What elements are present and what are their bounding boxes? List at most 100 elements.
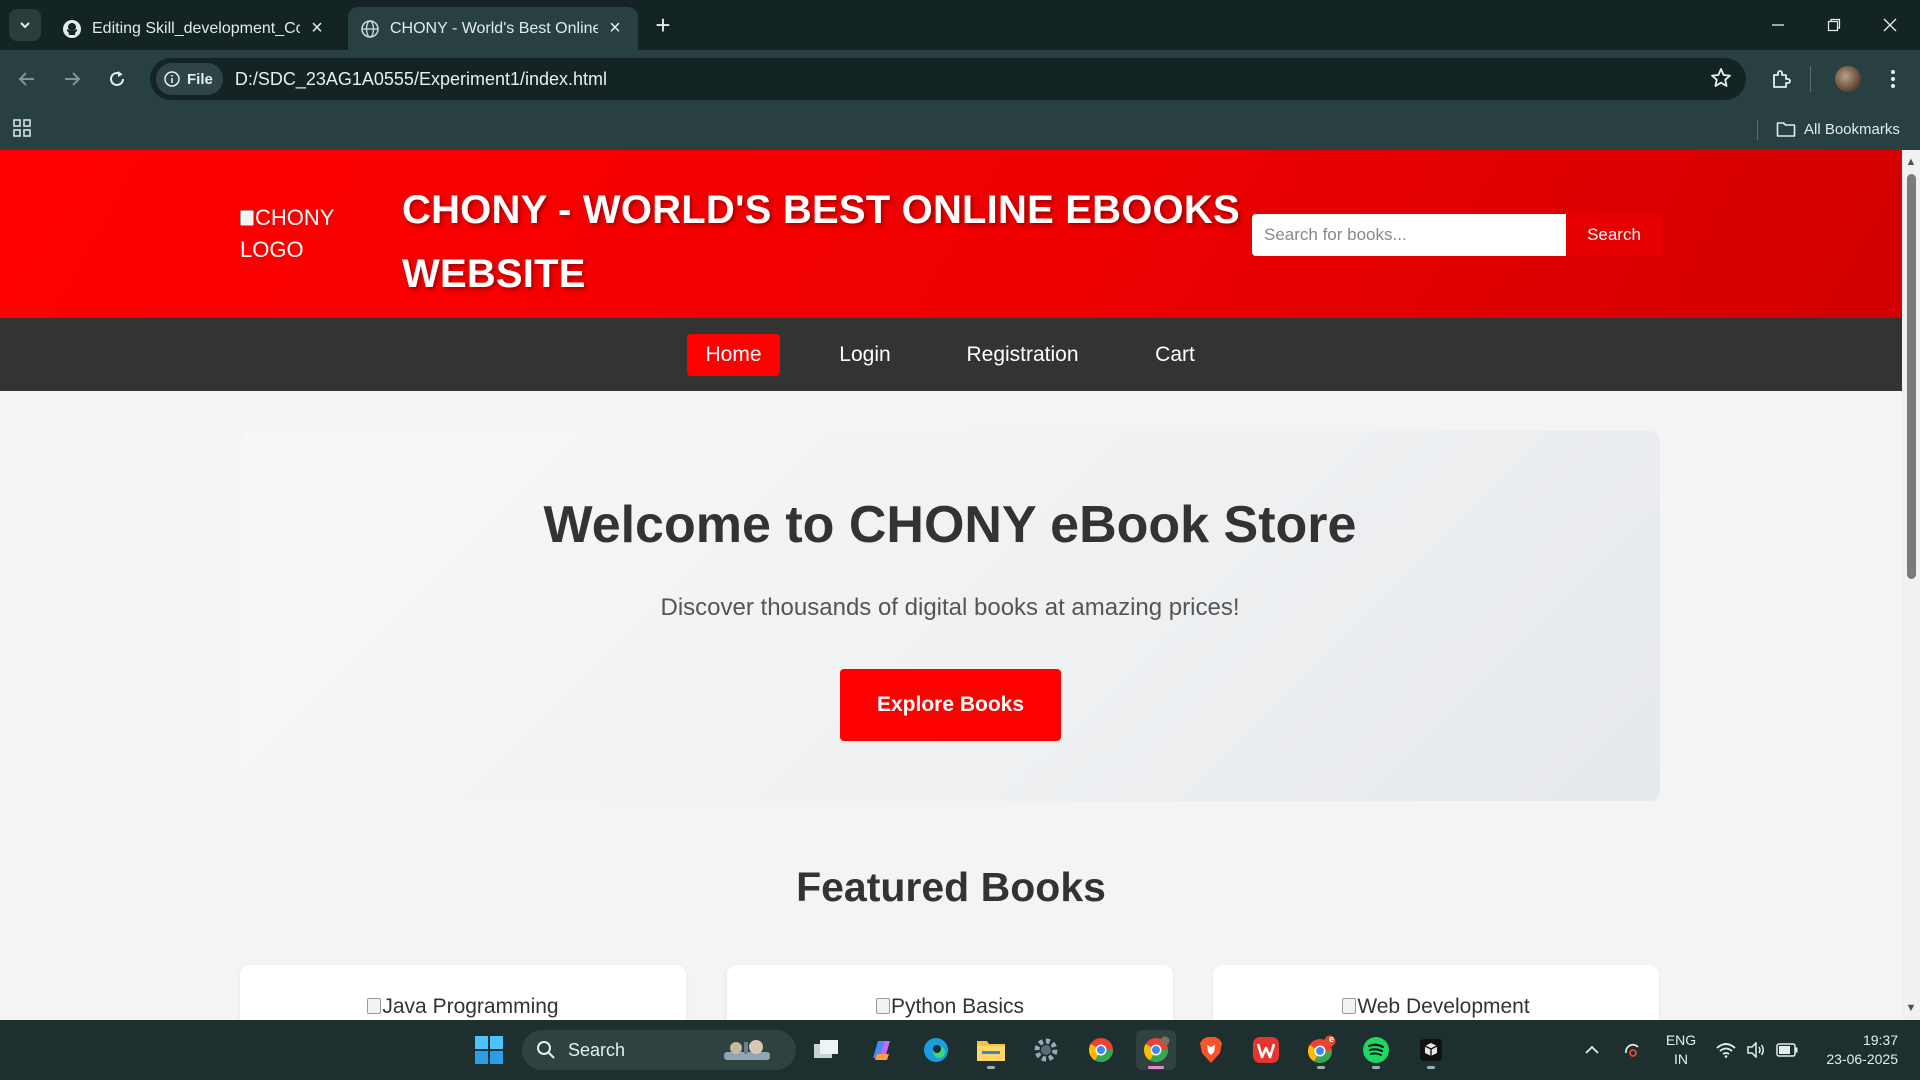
nav-registration[interactable]: Registration	[950, 334, 1095, 376]
system-clock[interactable]: 19:37 23-06-2025	[1814, 1031, 1898, 1069]
edge-icon[interactable]	[916, 1030, 956, 1070]
folder-icon	[1776, 122, 1796, 137]
running-indicator	[987, 1066, 995, 1069]
book-image-alt: Web Development	[1357, 995, 1530, 1018]
file-explorer-icon[interactable]	[971, 1030, 1011, 1070]
minimize-icon[interactable]	[1750, 0, 1806, 50]
running-indicator	[1427, 1066, 1435, 1069]
brave-icon[interactable]	[1191, 1030, 1231, 1070]
tab-search-button[interactable]	[9, 9, 41, 41]
search-icon	[537, 1041, 555, 1059]
tab-editing-skill-development[interactable]: Editing Skill_development_Cour ×	[50, 7, 340, 50]
scroll-down-arrow-icon[interactable]: ▼	[1905, 1002, 1917, 1014]
settings-gear-icon[interactable]	[1026, 1030, 1066, 1070]
nav-login[interactable]: Login	[820, 334, 910, 376]
wifi-icon[interactable]	[1714, 1030, 1738, 1070]
language-region: IN	[1674, 1051, 1688, 1067]
browser-tab-bar: Editing Skill_development_Cour × CHONY -…	[0, 0, 1920, 50]
input-language-indicator[interactable]: ENG IN	[1664, 1031, 1698, 1069]
restore-icon[interactable]	[1806, 0, 1862, 50]
nav-cart[interactable]: Cart	[1135, 334, 1215, 376]
running-indicator	[1372, 1066, 1380, 1069]
reload-icon[interactable]	[100, 62, 134, 96]
toolbar-divider	[1810, 66, 1811, 92]
profile-avatar[interactable]	[1831, 62, 1865, 96]
explore-books-button[interactable]: Explore Books	[840, 669, 1061, 741]
search-button[interactable]: Search	[1566, 214, 1662, 256]
nav-home[interactable]: Home	[687, 334, 780, 376]
broken-image-icon	[875, 998, 890, 1014]
tab-chony-active[interactable]: CHONY - World's Best Online e ×	[348, 7, 638, 50]
clock-time: 19:37	[1862, 1032, 1898, 1048]
clock-date: 23-06-2025	[1826, 1051, 1898, 1067]
broken-image-icon	[367, 998, 382, 1014]
bookmarks-bar: All Bookmarks	[0, 108, 1920, 150]
page-scrollbar[interactable]: ▲ ▼	[1902, 150, 1920, 1020]
more-menu-icon[interactable]	[1876, 62, 1910, 96]
address-bar[interactable]: File D:/SDC_23AG1A0555/Experiment1/index…	[150, 58, 1746, 100]
volume-icon[interactable]	[1744, 1030, 1768, 1070]
broken-image-icon	[240, 210, 254, 226]
site-title: CHONY - WORLD'S BEST ONLINE EBOOKS WEBSI…	[402, 188, 1240, 296]
avatar	[1835, 66, 1861, 92]
site-info-chip[interactable]: File	[156, 63, 223, 95]
search-highlight-icon	[724, 1040, 770, 1060]
scrollbar-thumb[interactable]	[1907, 174, 1916, 579]
hero-title: Welcome to CHONY eBook Store	[543, 496, 1357, 554]
tab-title: CHONY - World's Best Online e	[390, 19, 598, 37]
chrome-badge-icon[interactable]: e	[1301, 1030, 1341, 1070]
globe-icon	[360, 19, 380, 39]
battery-icon[interactable]	[1774, 1030, 1800, 1070]
site-header: CHONY LOGO CHONY - WORLD'S BEST ONLINE E…	[0, 150, 1902, 318]
tab-title: Editing Skill_development_Cour	[92, 19, 300, 37]
forward-arrow-icon[interactable]	[55, 62, 89, 96]
scroll-up-arrow-icon[interactable]: ▲	[1905, 156, 1917, 168]
wps-office-icon[interactable]	[1246, 1030, 1286, 1070]
apps-grid-icon[interactable]	[12, 118, 32, 143]
url-text[interactable]: D:/SDC_23AG1A0555/Experiment1/index.html	[235, 69, 607, 90]
info-icon	[164, 71, 180, 87]
taskbar-search-label: Search	[568, 1039, 626, 1060]
close-tab-icon[interactable]: ×	[306, 17, 328, 40]
close-window-icon[interactable]	[1862, 0, 1918, 50]
hero-subtitle: Discover thousands of digital books at a…	[660, 594, 1240, 621]
chevron-down-icon	[20, 22, 30, 29]
bookmark-star-icon[interactable]	[1710, 67, 1732, 94]
book-image-alt: Java Programming	[382, 995, 559, 1018]
copilot-icon[interactable]	[861, 1030, 901, 1070]
chrome-profile-icon[interactable]	[1136, 1030, 1176, 1070]
spotify-icon[interactable]	[1356, 1030, 1396, 1070]
show-hidden-icons-chevron-up-icon[interactable]	[1580, 1030, 1604, 1070]
windows-taskbar: Search e ENG IN 19:37 23-06-2025	[0, 1020, 1920, 1080]
logo-alt-text: CHONY LOGO	[240, 205, 335, 262]
book-cover-broken-image: Java Programming	[240, 995, 686, 1019]
site-logo-broken-image[interactable]: CHONY LOGO	[240, 202, 360, 266]
notification-badge: e	[1329, 1034, 1335, 1044]
github-icon	[62, 19, 82, 39]
url-scheme-label: File	[187, 70, 213, 88]
app-cube-icon[interactable]	[1411, 1030, 1451, 1070]
hero-section: Welcome to CHONY eBook Store Discover th…	[240, 431, 1660, 801]
page-viewport: CHONY LOGO CHONY - WORLD'S BEST ONLINE E…	[0, 150, 1902, 1020]
sync-status-icon[interactable]	[1620, 1030, 1644, 1070]
browser-toolbar: File D:/SDC_23AG1A0555/Experiment1/index…	[0, 50, 1920, 108]
book-image-alt: Python Basics	[890, 995, 1025, 1018]
running-indicator	[1148, 1066, 1164, 1069]
site-nav: Home Login Registration Cart	[0, 318, 1902, 391]
new-tab-plus-icon[interactable]: +	[650, 12, 676, 38]
chrome-icon[interactable]	[1081, 1030, 1121, 1070]
book-cover-broken-image: Web Development	[1213, 995, 1659, 1019]
book-cover-broken-image: Python Basics	[727, 995, 1173, 1019]
broken-image-icon	[1342, 998, 1357, 1014]
task-view-icon[interactable]	[806, 1030, 846, 1070]
close-tab-icon[interactable]: ×	[604, 17, 626, 40]
book-search-input[interactable]	[1252, 214, 1566, 256]
running-indicator	[1317, 1066, 1325, 1069]
bookmarks-divider	[1757, 120, 1758, 140]
all-bookmarks-button[interactable]: All Bookmarks	[1776, 117, 1900, 141]
featured-books-heading: Featured Books	[796, 864, 1106, 910]
extensions-puzzle-icon[interactable]	[1764, 62, 1798, 96]
back-arrow-icon[interactable]	[10, 62, 44, 96]
taskbar-search[interactable]: Search	[522, 1030, 796, 1070]
windows-start-icon[interactable]	[469, 1030, 509, 1070]
